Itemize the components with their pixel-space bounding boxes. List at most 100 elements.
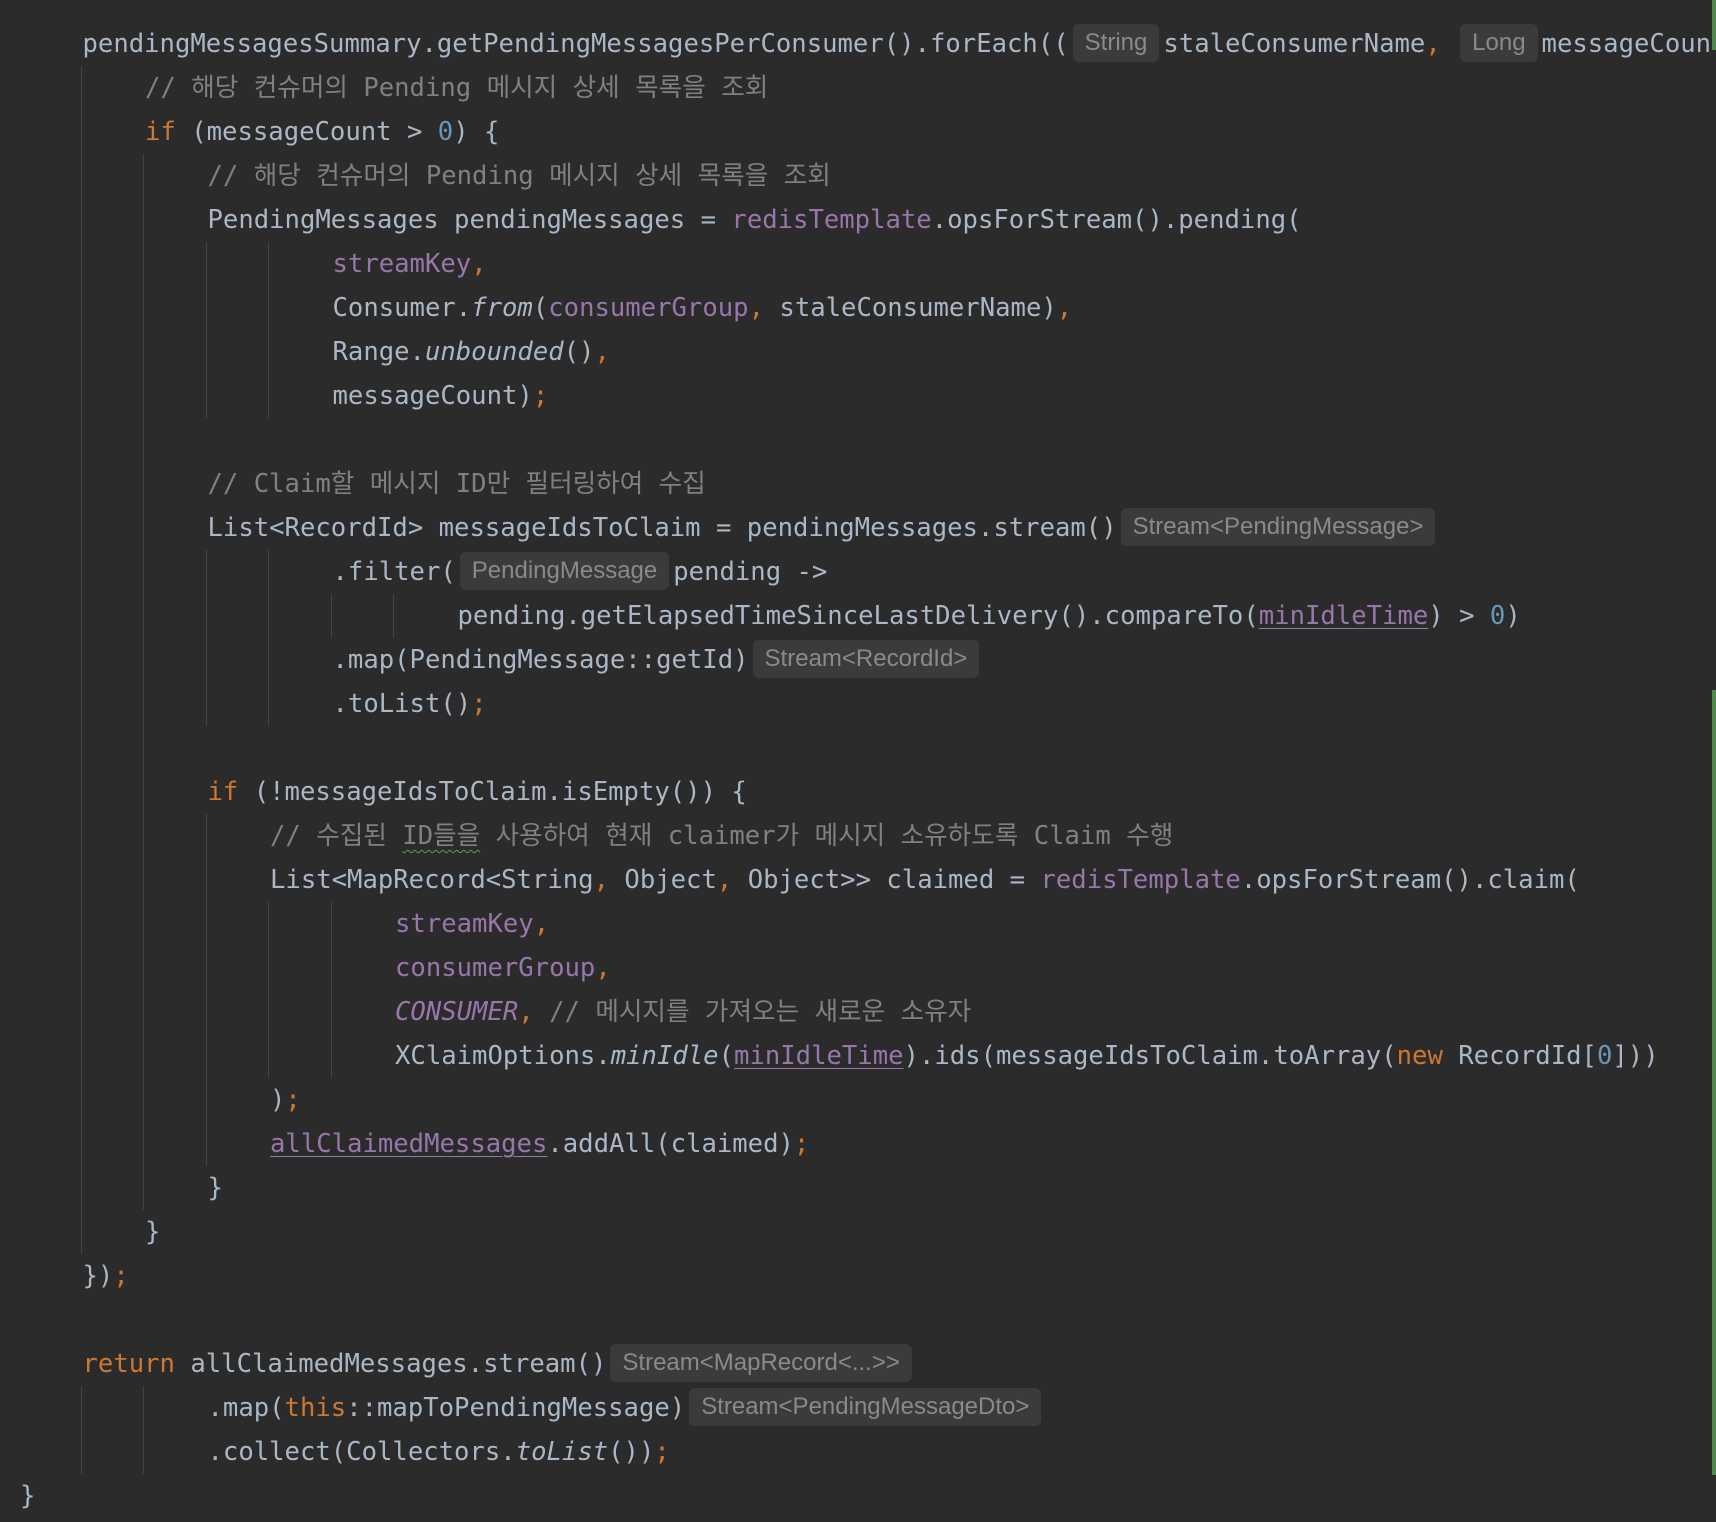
constant-token: CONSUMER <box>395 997 519 1027</box>
punctuation-token: ; <box>113 1261 129 1291</box>
code-line[interactable]: List<MapRecord<String, Object, Object>> … <box>0 858 1716 902</box>
code-line[interactable]: .toList(); <box>0 682 1716 726</box>
keyword-token: if <box>207 777 239 807</box>
code-line[interactable]: .map(PendingMessage::getId) Stream<Record… <box>0 638 1716 682</box>
punctuation-token: , <box>1425 29 1457 59</box>
code-token: } <box>145 1217 161 1247</box>
code-token: .toList() <box>332 689 472 719</box>
code-line[interactable]: List<RecordId> messageIdsToClaim = pendi… <box>0 506 1716 550</box>
mutable-field-token: minIdleTime <box>1258 601 1429 631</box>
code-token: ( <box>532 293 549 323</box>
code-token: messageCount) <box>332 381 533 411</box>
code-token: .opsForStream().claim( <box>1240 865 1580 895</box>
code-token: messageCount <box>1541 29 1716 59</box>
mutable-field-token: minIdleTime <box>734 1041 904 1071</box>
punctuation-token: , <box>593 865 625 895</box>
type-inlay-hint: String <box>1072 24 1160 62</box>
code-line[interactable]: messageCount); <box>0 374 1716 418</box>
keyword-token: if <box>145 117 176 147</box>
code-line[interactable]: // 해당 컨슈머의 Pending 메시지 상세 목록을 조회 <box>0 66 1716 110</box>
field-token: redisTemplate <box>1040 865 1241 895</box>
code-line[interactable]: .filter(PendingMessage pending -> <box>0 550 1716 594</box>
code-line[interactable] <box>0 418 1716 462</box>
field-token: consumerGroup <box>548 293 749 323</box>
code-token: .addAll(claimed) <box>547 1129 794 1159</box>
code-line[interactable]: streamKey, <box>0 902 1716 946</box>
code-editor[interactable]: pendingMessagesSummary.getPendingMessage… <box>0 0 1716 1522</box>
type-inlay-hint: Stream<PendingMessage> <box>1120 508 1436 546</box>
punctuation-token: , <box>595 953 611 983</box>
static-method-token: from <box>471 293 533 323</box>
code-line[interactable]: } <box>0 1210 1716 1254</box>
keyword-token: new <box>1396 1041 1443 1071</box>
code-line[interactable]: }); <box>0 1254 1716 1298</box>
code-token: ::mapToPendingMessage) <box>346 1393 686 1423</box>
punctuation-token: ; <box>285 1085 301 1115</box>
code-line[interactable]: pending.getElapsedTimeSinceLastDelivery(… <box>0 594 1716 638</box>
code-line[interactable]: .map(this::mapToPendingMessage) Stream<Pe… <box>0 1386 1716 1430</box>
code-token: ) <box>270 1085 286 1115</box>
punctuation-token: , <box>1056 293 1073 323</box>
code-token: } <box>20 1481 36 1511</box>
punctuation-token: ; <box>532 381 549 411</box>
code-line[interactable]: } <box>0 1474 1716 1518</box>
code-line[interactable]: ); <box>0 1078 1716 1122</box>
punctuation-token: , <box>594 337 610 367</box>
code-token: .opsForStream().pending( <box>931 205 1302 235</box>
code-line[interactable]: Consumer.from(consumerGroup, staleConsum… <box>0 286 1716 330</box>
code-token: staleConsumerName) <box>779 293 1057 323</box>
number-literal: 0 <box>1489 601 1506 631</box>
code-line[interactable]: // Claim할 메시지 ID만 필터링하여 수집 <box>0 462 1716 506</box>
punctuation-token: ; <box>471 689 487 719</box>
code-token: }) <box>82 1261 114 1291</box>
code-line[interactable]: CONSUMER, // 메시지를 가져오는 새로운 소유자 <box>0 990 1716 1034</box>
code-token: staleConsumerName <box>1163 29 1426 59</box>
code-line[interactable]: allClaimedMessages.addAll(claimed); <box>0 1122 1716 1166</box>
code-token: ).ids(messageIdsToClaim.toArray( <box>903 1041 1397 1071</box>
punctuation-token: , <box>471 249 487 279</box>
code-line[interactable]: // 수집된 ID들을 사용하여 현재 claimer가 메시지 소유하도록 C… <box>0 814 1716 858</box>
static-method-token: toList <box>515 1437 609 1467</box>
punctuation-token: ; <box>793 1129 810 1159</box>
code-line[interactable]: if (messageCount > 0) { <box>0 110 1716 154</box>
punctuation-token: , <box>518 997 550 1027</box>
number-literal: 0 <box>437 117 454 147</box>
code-token: } <box>207 1173 223 1203</box>
field-token: consumerGroup <box>395 953 596 983</box>
code-token: ) <box>1505 601 1521 631</box>
punctuation-token: , <box>748 293 780 323</box>
type-inlay-hint: Stream<PendingMessageDto> <box>689 1388 1042 1426</box>
code-token: Object <box>624 865 717 895</box>
comment-token: // 해당 컨슈머의 Pending 메시지 상세 목록을 조회 <box>145 73 769 103</box>
code-line[interactable]: if (!messageIdsToClaim.isEmpty()) { <box>0 770 1716 814</box>
code-line[interactable] <box>0 1298 1716 1342</box>
code-line[interactable] <box>0 726 1716 770</box>
typo-comment-token: ID들을 <box>402 821 481 851</box>
field-token: redisTemplate <box>731 205 932 235</box>
code-line[interactable]: Range.unbounded(), <box>0 330 1716 374</box>
code-line[interactable]: PendingMessages pendingMessages = redisT… <box>0 198 1716 242</box>
comment-token: // Claim할 메시지 ID만 필터링하여 수집 <box>207 469 706 499</box>
mutable-field-token: allClaimedMessages <box>270 1129 548 1159</box>
code-line[interactable]: XClaimOptions.minIdle(minIdleTime).ids(m… <box>0 1034 1716 1078</box>
punctuation-token: , <box>716 865 748 895</box>
code-line[interactable]: pendingMessagesSummary.getPendingMessage… <box>0 22 1716 66</box>
code-token: Range. <box>332 337 425 367</box>
comment-token: // 해당 컨슈머의 Pending 메시지 상세 목록을 조회 <box>207 161 831 191</box>
code-token: .filter( <box>332 557 456 587</box>
code-token: Object>> claimed = <box>747 865 1041 895</box>
code-token: XClaimOptions. <box>395 1041 611 1071</box>
code-line[interactable]: consumerGroup, <box>0 946 1716 990</box>
code-token: .map(PendingMessage::getId) <box>332 645 749 675</box>
code-token: .collect(Collectors. <box>207 1437 516 1467</box>
code-line[interactable]: } <box>0 1166 1716 1210</box>
code-line[interactable]: // 해당 컨슈머의 Pending 메시지 상세 목록을 조회 <box>0 154 1716 198</box>
code-line[interactable]: return allClaimedMessages.stream() Stream… <box>0 1342 1716 1386</box>
field-token: streamKey <box>395 909 534 939</box>
punctuation-token: , <box>533 909 550 939</box>
code-token: allClaimedMessages.stream() <box>174 1349 607 1379</box>
code-token: ()) <box>608 1437 655 1467</box>
type-inlay-hint: PendingMessage <box>459 552 670 590</box>
code-line[interactable]: streamKey, <box>0 242 1716 286</box>
code-line[interactable]: .collect(Collectors.toList()); <box>0 1430 1716 1474</box>
